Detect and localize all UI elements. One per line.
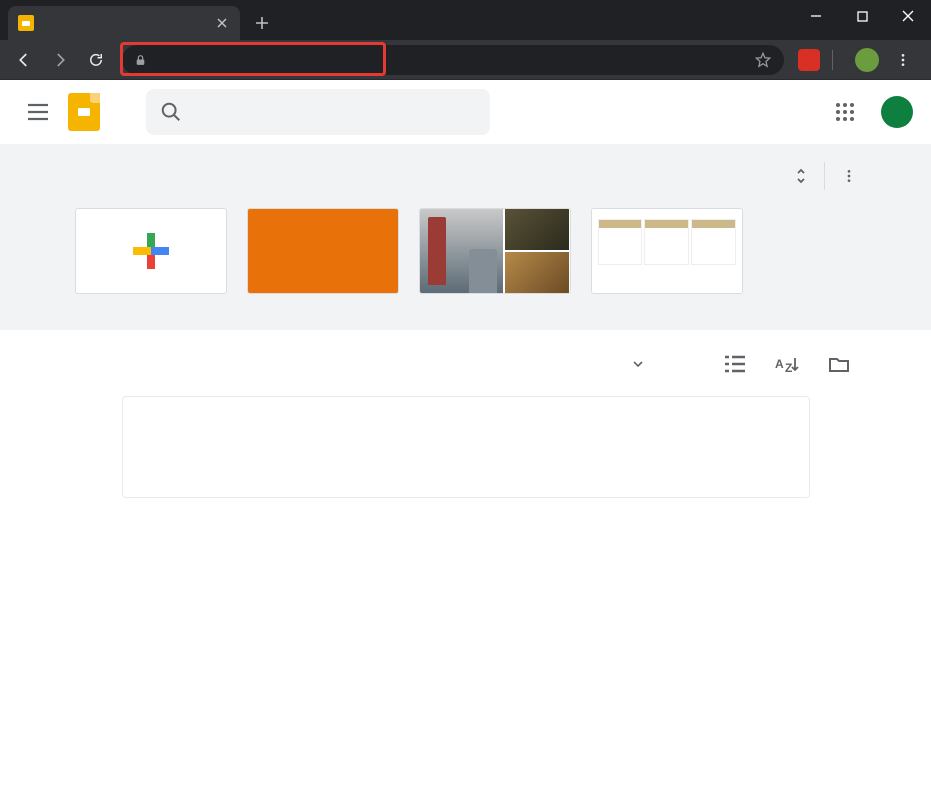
dropdown-icon [633,361,643,367]
separator [832,50,833,70]
abp-extension-icon[interactable] [798,49,820,71]
template-thumb [419,208,571,294]
window-controls [793,0,931,32]
browser-menu-button[interactable] [887,44,919,76]
template-thumb [247,208,399,294]
app-header [0,80,931,144]
address-bar[interactable] [122,45,784,75]
lock-icon [134,53,147,67]
main-menu-button[interactable] [18,92,58,132]
viewport: A Z [0,80,931,790]
unfold-icon [794,167,808,185]
profile-avatar-small[interactable] [855,48,879,72]
recent-section: A Z [0,330,931,520]
recent-header: A Z [75,352,857,376]
template-card-photo-album[interactable] [419,208,571,304]
template-gallery-button[interactable] [784,167,808,185]
template-row [75,208,857,304]
search-icon [160,101,182,123]
open-picker-button[interactable] [827,352,851,376]
reload-button[interactable] [80,44,112,76]
search-container [146,89,490,135]
toolbar [0,40,931,80]
star-icon[interactable] [754,51,772,69]
template-card-big-idea[interactable] [247,208,399,304]
back-button[interactable] [8,44,40,76]
close-tab-icon[interactable] [214,15,230,31]
svg-text:Z: Z [785,361,792,373]
template-thumb [75,208,227,294]
account-avatar[interactable] [881,96,913,128]
close-window-button[interactable] [885,0,931,32]
svg-text:A: A [775,357,784,371]
browser-tab[interactable] [8,6,240,40]
tab-strip [0,0,931,40]
slides-favicon [18,15,34,31]
template-card-blank[interactable] [75,208,227,304]
minimize-button[interactable] [793,0,839,32]
template-section [0,144,931,330]
extensions-area [794,44,923,76]
forward-button[interactable] [44,44,76,76]
sort-az-button[interactable]: A Z [775,352,799,376]
search-input[interactable] [196,103,476,121]
template-header [75,162,857,190]
template-thumb [591,208,743,294]
google-apps-button[interactable] [825,92,865,132]
maximize-button[interactable] [839,0,885,32]
slides-logo-icon [68,93,100,131]
template-card-wedding[interactable] [591,208,743,304]
empty-state [122,396,810,498]
plus-icon [133,233,169,269]
template-more-button[interactable] [841,168,857,184]
list-view-button[interactable] [723,352,747,376]
new-tab-button[interactable] [248,9,276,37]
owner-filter-dropdown[interactable] [625,361,643,367]
separator [824,162,825,190]
